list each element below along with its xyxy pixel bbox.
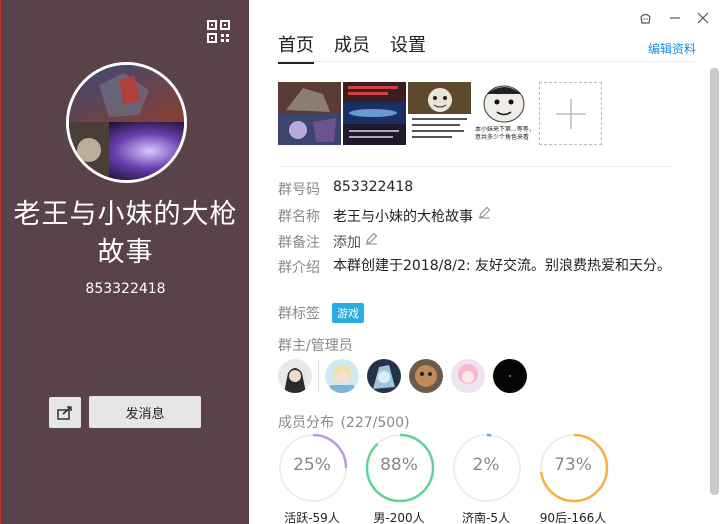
qr-code-icon[interactable] (207, 20, 230, 43)
stat-label: 济南-5人 (462, 511, 510, 524)
tab-members[interactable]: 成员 (334, 31, 370, 64)
admin-avatar[interactable] (451, 359, 485, 393)
stat-age[interactable]: 73% 90后-166人 (539, 433, 609, 524)
group-avatar[interactable] (66, 62, 187, 183)
stat-percent: 2% (472, 455, 500, 475)
share-button[interactable] (49, 397, 81, 428)
stat-active[interactable]: 25% 活跃-59人 (278, 433, 348, 524)
album-photo[interactable]: 本小妹来下第...等等，意共多少个角色来看 (473, 82, 536, 145)
send-message-button[interactable]: 发消息 (89, 396, 201, 428)
stat-male[interactable]: 88% 男-200人 (365, 433, 435, 524)
tab-settings[interactable]: 设置 (390, 31, 426, 64)
member-distribution-title: 成员分布 (278, 415, 334, 431)
admin-separator (318, 361, 319, 391)
group-title: 老王与小妹的大枪故事 (13, 199, 238, 268)
edit-pencil-icon[interactable] (478, 206, 491, 226)
group-tag-label: 群标签 (278, 306, 320, 322)
tabs-divider (278, 61, 695, 62)
tab-home[interactable]: 首页 (278, 31, 314, 64)
stat-label: 活跃-59人 (284, 511, 340, 524)
stat-label: 90后-166人 (539, 511, 607, 524)
admin-avatar[interactable] (367, 359, 401, 393)
admin-avatar[interactable] (278, 359, 312, 393)
member-distribution-label: 成员分布 (227/500) (278, 412, 410, 432)
stat-location[interactable]: 2% 济南-5人 (452, 433, 522, 524)
stat-percent: 73% (554, 455, 592, 475)
album-photo-caption: 本小妹来下第...等等，意共多少个角色来看 (475, 126, 535, 141)
group-detail-panel: 首页 成员 设置 编辑资料 本小妹来下第...等等，意共多少个角色来看 群号码 … (249, 0, 724, 524)
plus-icon (555, 98, 586, 129)
stat-percent: 25% (293, 455, 331, 475)
group-tag-row: 群标签 游戏 (278, 303, 364, 323)
album-photo[interactable] (343, 82, 406, 145)
group-remark-row: 群备注 添加 (278, 232, 378, 252)
group-name-value: 老王与小妹的大枪故事 (333, 209, 473, 225)
admin-avatar[interactable] (325, 359, 359, 393)
group-number-label: 群号码 (278, 182, 320, 198)
group-remark-label: 群备注 (278, 235, 320, 251)
skin-icon[interactable] (637, 10, 653, 26)
add-photo-button[interactable] (539, 82, 602, 145)
admins-label: 群主/管理员 (278, 338, 353, 354)
group-album: 本小妹来下第...等等，意共多少个角色来看 (278, 82, 602, 145)
group-tag-badge[interactable]: 游戏 (332, 303, 364, 323)
edit-pencil-icon[interactable] (365, 232, 378, 252)
scrollbar[interactable] (710, 68, 719, 495)
minimize-icon[interactable] (667, 10, 683, 26)
admin-avatar[interactable] (493, 359, 527, 393)
group-number-row: 群号码 853322418 (278, 179, 413, 199)
member-count: (227/500) (340, 415, 410, 431)
add-remark-link[interactable]: 添加 (333, 232, 361, 252)
group-profile-panel: 老王与小妹的大枪故事 853322418 发消息 (0, 0, 249, 524)
close-icon[interactable] (695, 10, 711, 26)
group-id: 853322418 (85, 281, 166, 297)
group-name-row: 群名称 老王与小妹的大枪故事 (278, 206, 491, 226)
group-name-label: 群名称 (278, 209, 320, 225)
stat-label: 男-200人 (373, 511, 425, 524)
album-photo[interactable] (278, 82, 341, 145)
group-number-value: 853322418 (333, 179, 414, 195)
tab-bar: 首页 成员 设置 (278, 31, 446, 64)
stat-percent: 88% (380, 455, 418, 475)
admin-avatar[interactable] (409, 359, 443, 393)
group-intro-text: 本群创建于2018/8/2: 友好交流。别浪费热爱和天分。 (333, 258, 672, 274)
member-stats: 25% 活跃-59人 88% 男-200人 2% 济南-5人 73% 90后-166人 (278, 433, 626, 524)
share-icon (57, 406, 72, 420)
admins-list (278, 359, 535, 393)
edit-profile-link[interactable]: 编辑资料 (648, 40, 696, 57)
album-divider (278, 166, 674, 167)
album-photo[interactable] (408, 82, 471, 145)
group-intro-row: 群介绍 (278, 257, 333, 277)
group-intro-label: 群介绍 (278, 260, 320, 276)
